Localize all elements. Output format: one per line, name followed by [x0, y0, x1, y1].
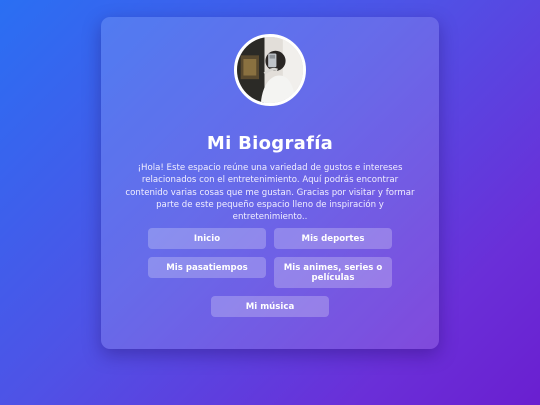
- pasatiempos-button[interactable]: Mis pasatiempos: [148, 257, 266, 278]
- avatar: [234, 34, 306, 106]
- profile-photo-icon: [237, 37, 303, 103]
- deportes-button[interactable]: Mis deportes: [274, 228, 392, 249]
- page-title: Mi Biografía: [206, 133, 334, 154]
- inicio-button[interactable]: Inicio: [148, 228, 266, 249]
- inicio-button-label: Inicio: [193, 233, 221, 244]
- animes-button-label: Mis animes, series o películas: [283, 262, 383, 283]
- pasatiempos-button-label: Mis pasatiempos: [166, 262, 248, 273]
- animes-button[interactable]: Mis animes, series o películas: [274, 257, 392, 288]
- musica-button[interactable]: Mi música: [211, 296, 329, 317]
- deportes-button-label: Mis deportes: [301, 233, 365, 244]
- musica-button-label: Mi música: [245, 301, 295, 312]
- bio-text: ¡Hola! Este espacio reúne una variedad d…: [125, 163, 415, 223]
- biography-card: Mi Biografía ¡Hola! Este espacio reúne u…: [101, 17, 439, 349]
